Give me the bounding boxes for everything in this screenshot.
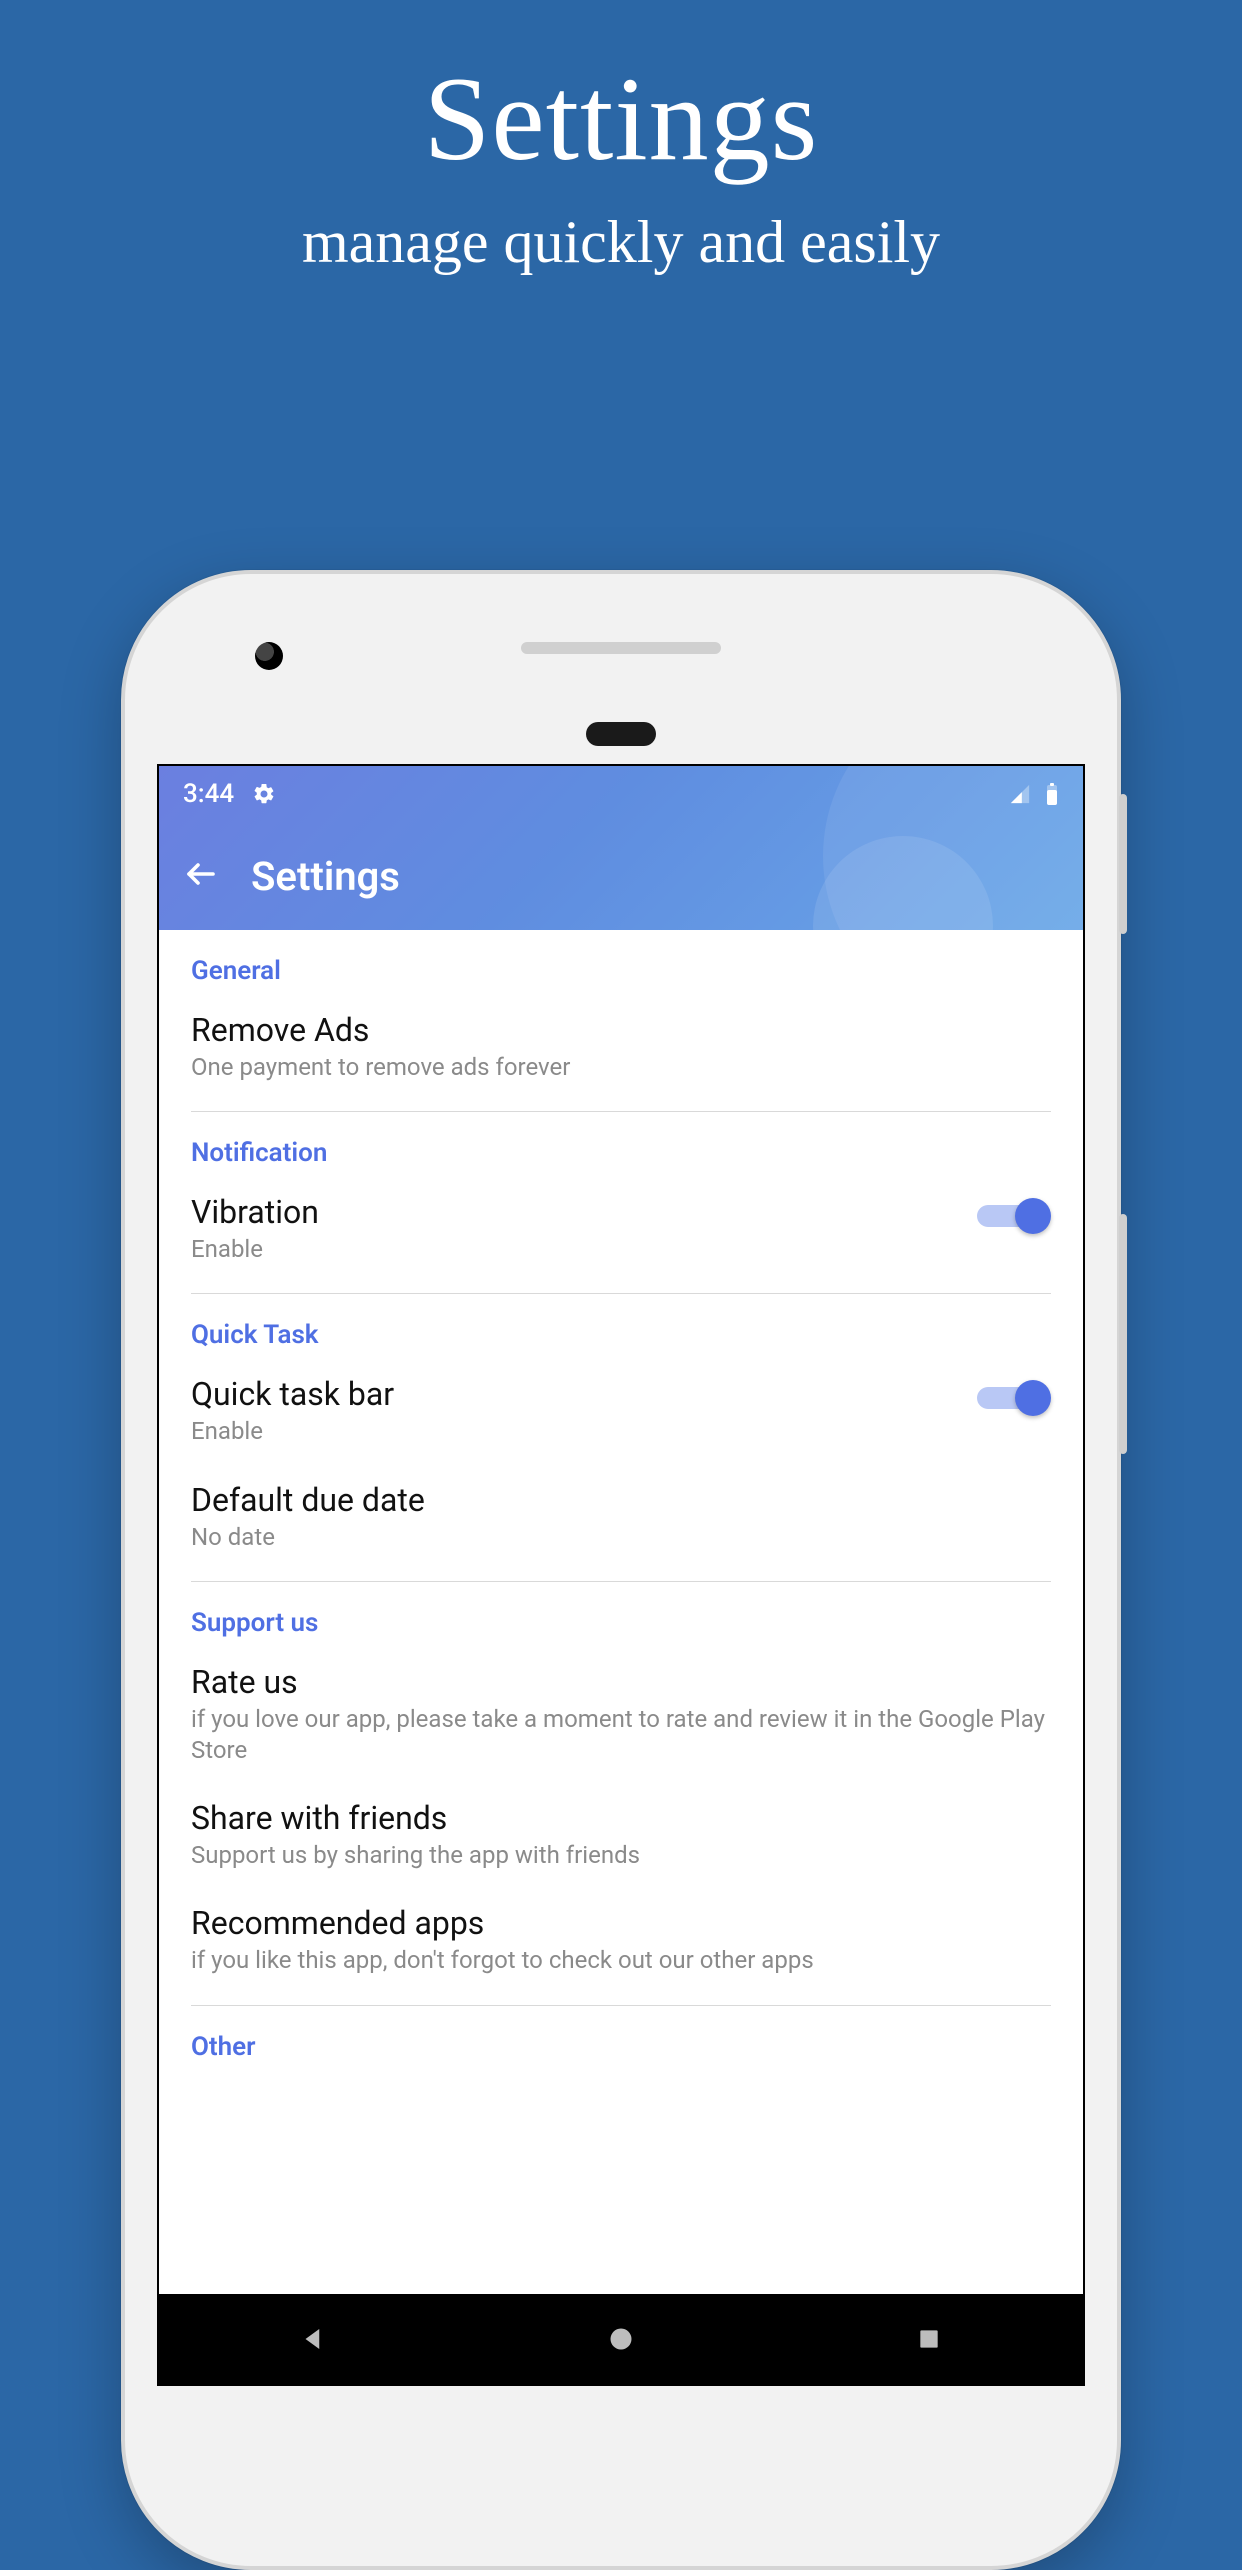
phone-frame: 3:44 xyxy=(121,570,1121,2570)
nav-back-button[interactable] xyxy=(253,2315,373,2363)
item-subtitle: if you like this app, don't forgot to ch… xyxy=(191,1945,814,1976)
item-remove-ads[interactable]: Remove Ads One payment to remove ads for… xyxy=(159,996,1083,1101)
item-title: Remove Ads xyxy=(191,1010,570,1050)
gear-icon xyxy=(252,782,276,806)
nav-home-button[interactable] xyxy=(561,2315,681,2363)
item-subtitle: One payment to remove ads forever xyxy=(191,1052,570,1083)
promo-subtitle: manage quickly and easily xyxy=(0,208,1242,277)
page-title: Settings xyxy=(251,853,400,900)
phone-earpiece-top xyxy=(521,642,721,654)
item-title: Default due date xyxy=(191,1480,425,1520)
android-nav-bar xyxy=(159,2294,1083,2384)
item-recommended-apps[interactable]: Recommended apps if you like this app, d… xyxy=(159,1889,1083,1994)
square-icon xyxy=(916,2326,942,2352)
item-title: Recommended apps xyxy=(191,1903,814,1943)
phone-screen: 3:44 xyxy=(157,764,1085,2386)
promo-heading: Settings manage quickly and easily xyxy=(0,50,1242,277)
item-title: Vibration xyxy=(191,1192,319,1232)
section-label-notification: Notification xyxy=(159,1112,1083,1178)
item-share-with-friends[interactable]: Share with friends Support us by sharing… xyxy=(159,1784,1083,1889)
phone-camera xyxy=(255,642,283,670)
triangle-left-icon xyxy=(298,2324,328,2354)
item-title: Share with friends xyxy=(191,1798,640,1838)
item-subtitle: Support us by sharing the app with frien… xyxy=(191,1840,640,1871)
item-subtitle: if you love our app, please take a momen… xyxy=(191,1704,1051,1766)
item-default-due-date[interactable]: Default due date No date xyxy=(159,1466,1083,1571)
appbar-region: 3:44 xyxy=(159,766,1083,930)
item-subtitle: Enable xyxy=(191,1234,319,1265)
section-label-quick-task: Quick Task xyxy=(159,1294,1083,1360)
section-label-support-us: Support us xyxy=(159,1582,1083,1648)
toggle-vibration[interactable] xyxy=(977,1196,1051,1236)
status-time: 3:44 xyxy=(183,779,234,809)
nav-recents-button[interactable] xyxy=(869,2315,989,2363)
item-rate-us[interactable]: Rate us if you love our app, please take… xyxy=(159,1648,1083,1784)
back-button[interactable] xyxy=(179,854,223,898)
arrow-left-icon xyxy=(183,856,219,896)
settings-list[interactable]: General Remove Ads One payment to remove… xyxy=(159,930,1083,2294)
section-label-other: Other xyxy=(159,2006,1083,2072)
promo-title: Settings xyxy=(0,50,1242,188)
item-title: Rate us xyxy=(191,1662,1051,1702)
toggle-thumb xyxy=(1015,1380,1051,1416)
item-title: Quick task bar xyxy=(191,1374,394,1414)
item-vibration[interactable]: Vibration Enable xyxy=(159,1178,1083,1283)
item-subtitle: No date xyxy=(191,1522,425,1553)
toggle-quick-task-bar[interactable] xyxy=(977,1378,1051,1418)
item-quick-task-bar[interactable]: Quick task bar Enable xyxy=(159,1360,1083,1465)
toggle-thumb xyxy=(1015,1198,1051,1234)
phone-earpiece xyxy=(586,722,656,746)
item-subtitle: Enable xyxy=(191,1416,394,1447)
section-label-general: General xyxy=(159,930,1083,996)
circle-icon xyxy=(607,2325,635,2353)
